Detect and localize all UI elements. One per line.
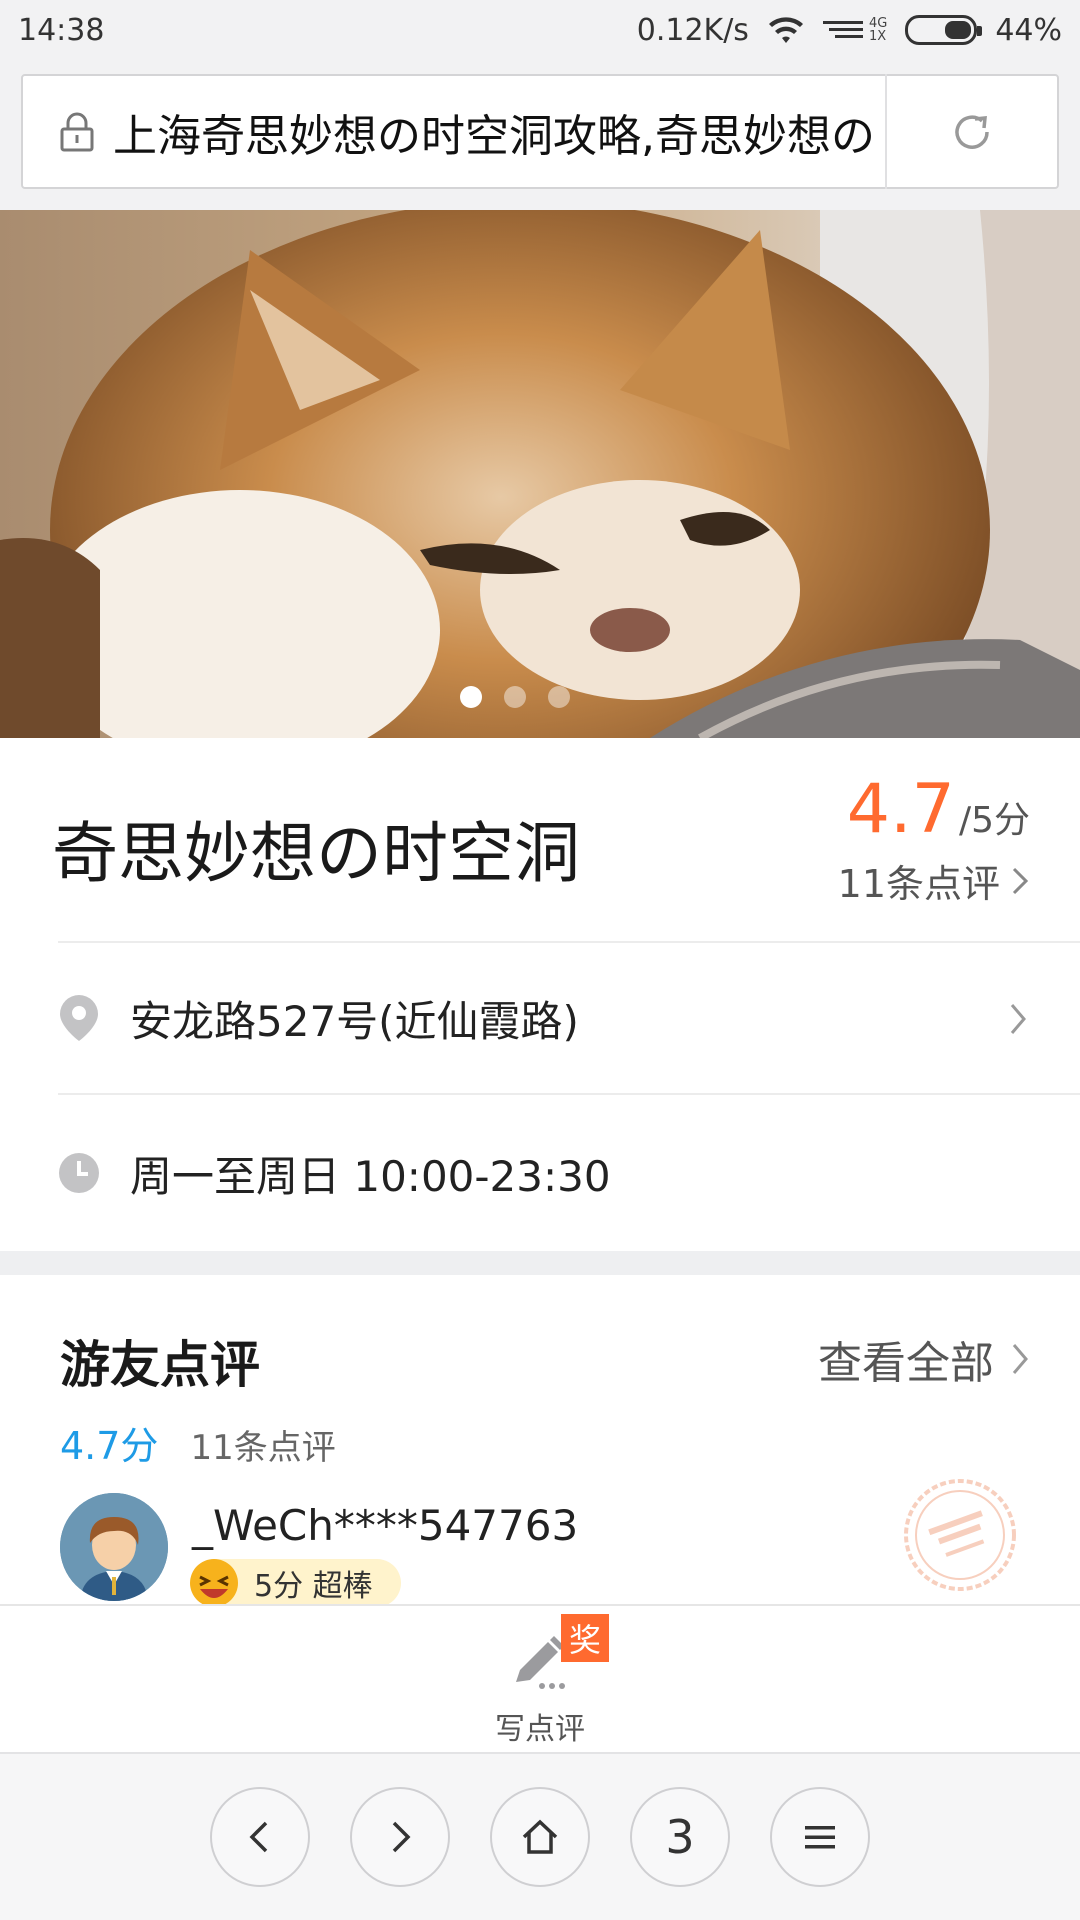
address-bar[interactable]: 上海奇思妙想の时空洞攻略,奇思妙想の (21, 74, 1059, 189)
tabs-button[interactable]: 3 (630, 1787, 730, 1887)
chevron-right-icon (1012, 867, 1029, 894)
avatar[interactable] (60, 1493, 168, 1601)
award-badge: 奖 (561, 1614, 609, 1662)
back-button[interactable] (210, 1787, 310, 1887)
reviews-title: 游友点评 (60, 1336, 260, 1394)
review-count: 11条点评 (837, 862, 1000, 906)
home-button[interactable] (490, 1787, 590, 1887)
carousel-indicator (0, 686, 1080, 708)
forward-button[interactable] (350, 1787, 450, 1887)
lock-icon (60, 112, 94, 151)
view-all-link[interactable]: 查看全部 (818, 1327, 1030, 1391)
write-review-button[interactable]: 写点评 奖 (495, 1614, 609, 1748)
title-row: 奇思妙想の时空洞 4.7 /5分 11条点评 (0, 738, 1080, 941)
status-time: 14:38 (18, 12, 105, 48)
menu-icon (805, 1826, 835, 1849)
tab-count: 3 (665, 1810, 695, 1864)
laughing-emoji-icon (190, 1559, 238, 1604)
section-divider (0, 1251, 1080, 1275)
browser-nav-bar: 3 (0, 1752, 1080, 1920)
status-indicators: 0.12K/s 4G 1X 44% (637, 13, 1062, 48)
poi-info: 奇思妙想の时空洞 4.7 /5分 11条点评 安龙路527号(近仙霞路) 周一至… (0, 738, 1080, 1604)
address-text: 安龙路527号(近仙霞路) (130, 996, 579, 1046)
poi-title: 奇思妙想の时空洞 (52, 815, 580, 892)
review-score-line: 4.7分 11条点评 (60, 1415, 336, 1470)
cat-photo (0, 210, 1080, 738)
avatar-image (60, 1493, 168, 1601)
hero-carousel[interactable] (0, 210, 1080, 738)
chevron-right-icon (1012, 1344, 1028, 1374)
signal-icon: 4G 1X (822, 17, 887, 43)
rating-line: 4.7 /5分 (838, 770, 1030, 849)
review-rating-badge: 5分 超棒 (190, 1559, 401, 1604)
chevron-right-icon (1010, 1004, 1026, 1034)
menu-button[interactable] (770, 1787, 870, 1887)
clock-icon (59, 1153, 99, 1193)
refresh-icon (955, 115, 989, 149)
battery-icon (905, 15, 983, 45)
location-pin-icon (60, 995, 98, 1041)
reviews-section: 游友点评 查看全部 4.7分 11条点评 _WeCh****547763 5分 … (0, 1275, 1080, 1604)
rating-max: /5分 (958, 800, 1030, 841)
chevron-left-icon (249, 1821, 268, 1853)
carousel-dot-3 (548, 686, 570, 708)
network-type: 4G 1X (869, 17, 887, 43)
review-score: 4.7分 (60, 1424, 159, 1468)
review-count-link[interactable]: 11条点评 (838, 853, 1030, 908)
network-speed: 0.12K/s (636, 12, 749, 48)
battery-percent: 44% (995, 12, 1062, 48)
hours-row: 周一至周日 10:00-23:30 (58, 1093, 1080, 1251)
write-review-bar: 写点评 奖 (0, 1604, 1080, 1752)
carousel-dot-1 (460, 686, 482, 708)
hours-text: 周一至周日 10:00-23:30 (130, 1151, 611, 1201)
network-type-bottom: 1X (868, 29, 887, 44)
url-text[interactable]: 上海奇思妙想の时空洞攻略,奇思妙想の (113, 100, 873, 164)
status-bar: 14:38 0.12K/s 4G 1X 44% (0, 0, 1080, 60)
refresh-button[interactable] (887, 76, 1057, 187)
home-icon (522, 1819, 558, 1854)
carousel-dot-2 (504, 686, 526, 708)
address-row[interactable]: 安龙路527号(近仙霞路) (58, 941, 1080, 1093)
review-rating-text: 5分 超棒 (254, 1569, 373, 1604)
wifi-icon (768, 17, 803, 43)
address-bar-area: 上海奇思妙想の时空洞攻略,奇思妙想の (0, 60, 1080, 210)
review-total: 11条点评 (190, 1428, 336, 1468)
write-review-label: 写点评 (495, 1712, 585, 1747)
rating-score: 4.7 (846, 770, 955, 849)
rating-block: 4.7 /5分 11条点评 (838, 770, 1030, 908)
chevron-right-icon (392, 1821, 411, 1853)
featured-stamp-icon (904, 1479, 1016, 1591)
reviewer-name[interactable]: _WeCh****547763 (192, 1501, 578, 1550)
view-all-label: 查看全部 (818, 1338, 994, 1389)
signal-bars-icon (822, 21, 863, 38)
